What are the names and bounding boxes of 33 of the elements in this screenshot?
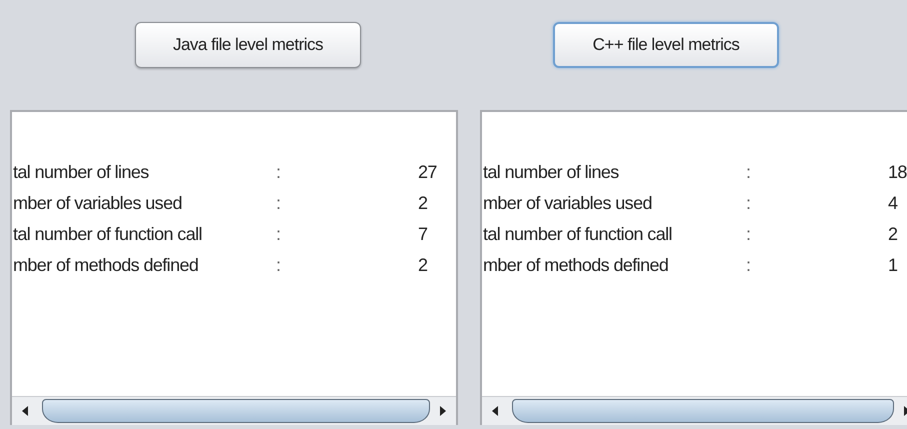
metric-label: tal number of function call [482,224,673,244]
horizontal-scrollbar[interactable] [12,396,456,425]
metrics-button[interactable]: C++ file level metrics [553,22,779,68]
metric-label: mber of variables used [482,192,653,214]
metric-label: mber of methods defined [12,254,200,276]
metric-label: tal number of lines [12,162,150,182]
metric-value: 1 [888,254,898,276]
metric-label: mber of methods defined [482,254,670,276]
scroll-right-icon[interactable] [439,406,447,416]
metric-label: tal number of lines [482,162,620,182]
metric-value: 4 [888,192,898,214]
separator-text: : [746,224,752,244]
scrollbar-thumb[interactable] [512,399,894,423]
scroll-left-icon[interactable] [491,406,499,416]
separator-text: : [276,224,282,244]
separator-text: : [276,162,282,182]
separator-text: : [276,254,282,276]
metric-label: mber of variables used [12,192,183,214]
metric-value: 7 [418,224,428,244]
metrics-button[interactable]: Java file level metrics [135,22,361,68]
separator-text: : [746,254,752,276]
metric-value: 2 [418,192,428,214]
scroll-left-icon[interactable] [21,406,29,416]
separator-text: : [746,162,752,182]
metric-value: 2 [888,224,898,244]
horizontal-scrollbar[interactable] [482,396,907,425]
separator-text: : [276,192,282,214]
metric-value: 2 [418,254,428,276]
separator-text: : [746,192,752,214]
metric-value: 27 [418,162,438,182]
metric-label: tal number of function call [12,224,203,244]
metric-value: 18 [888,162,907,182]
scrollbar-thumb[interactable] [42,399,430,423]
